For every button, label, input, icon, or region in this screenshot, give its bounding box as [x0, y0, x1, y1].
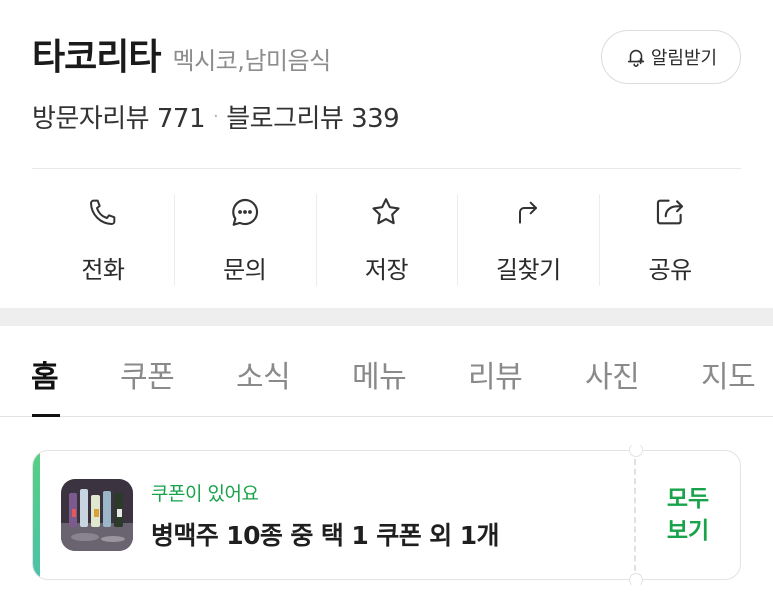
save-button[interactable]: 저장 — [315, 192, 458, 288]
alarm-button[interactable]: 알림받기 — [601, 30, 741, 84]
place-name: 타코리타 — [32, 37, 161, 78]
call-button[interactable]: 전화 — [32, 192, 174, 288]
visitor-review-link[interactable]: 방문자리뷰 771 — [32, 98, 206, 135]
inquiry-label: 문의 — [223, 256, 267, 284]
coupon-info[interactable]: 쿠폰이 있어요 병맥주 10종 중 택 1 쿠폰 외 1개 — [33, 451, 634, 579]
review-separator: · — [213, 106, 219, 127]
tab-map[interactable]: 지도 — [701, 352, 756, 396]
directions-button[interactable]: 길찾기 — [457, 192, 599, 288]
place-category: 멕시코,남미음식 — [172, 47, 331, 75]
header-divider — [32, 168, 741, 169]
coupon-title: 병맥주 10종 중 택 1 쿠폰 외 1개 — [151, 520, 500, 550]
place-header: 타코리타 멕시코,남미음식 알림받기 — [32, 28, 741, 88]
coupon-perforation — [634, 459, 636, 571]
share-button[interactable]: 공유 — [599, 192, 741, 288]
coupon-thumbnail — [61, 479, 133, 551]
share-label: 공유 — [648, 256, 693, 284]
call-label: 전화 — [81, 256, 125, 284]
share-icon — [652, 194, 688, 230]
chat-bubble-icon — [227, 194, 263, 230]
phone-icon — [85, 194, 121, 230]
action-bar: 전화 문의 저장 길찾기 공유 — [32, 192, 741, 288]
coupon-notch-bottom — [629, 573, 643, 587]
coupon-notch-top — [629, 443, 643, 457]
tab-bar: 홈 쿠폰 소식 메뉴 리뷰 사진 지도 — [0, 326, 773, 417]
coupon-card[interactable]: 쿠폰이 있어요 병맥주 10종 중 택 1 쿠폰 외 1개 모두 보기 — [32, 450, 741, 580]
coupon-tag: 쿠폰이 있어요 — [151, 482, 259, 505]
tab-photo[interactable]: 사진 — [585, 352, 640, 396]
bell-plus-icon — [625, 46, 647, 68]
blog-review-link[interactable]: 블로그리뷰 339 — [226, 98, 400, 135]
directions-label: 길찾기 — [495, 256, 561, 284]
tab-coupon[interactable]: 쿠폰 — [120, 352, 175, 396]
section-gap — [0, 308, 773, 326]
view-all-coupons-button[interactable]: 모두 보기 — [636, 451, 740, 579]
place-detail-page: 타코리타 멕시코,남미음식 알림받기 방문자리뷰 771 · 블로그리뷰 339 — [0, 0, 773, 603]
active-tab-indicator — [32, 414, 60, 417]
tab-menu[interactable]: 메뉴 — [352, 352, 407, 396]
inquiry-button[interactable]: 문의 — [173, 192, 316, 288]
star-icon — [368, 194, 404, 230]
tab-home[interactable]: 홈 — [31, 352, 59, 396]
alarm-button-label: 알림받기 — [650, 48, 718, 69]
directions-arrow-icon — [510, 194, 546, 230]
coupon-text: 쿠폰이 있어요 병맥주 10종 중 택 1 쿠폰 외 1개 — [151, 479, 500, 552]
review-summary: 방문자리뷰 771 · 블로그리뷰 339 — [32, 98, 400, 135]
tab-review[interactable]: 리뷰 — [468, 352, 523, 396]
tab-news[interactable]: 소식 — [236, 352, 291, 396]
save-label: 저장 — [364, 256, 409, 284]
